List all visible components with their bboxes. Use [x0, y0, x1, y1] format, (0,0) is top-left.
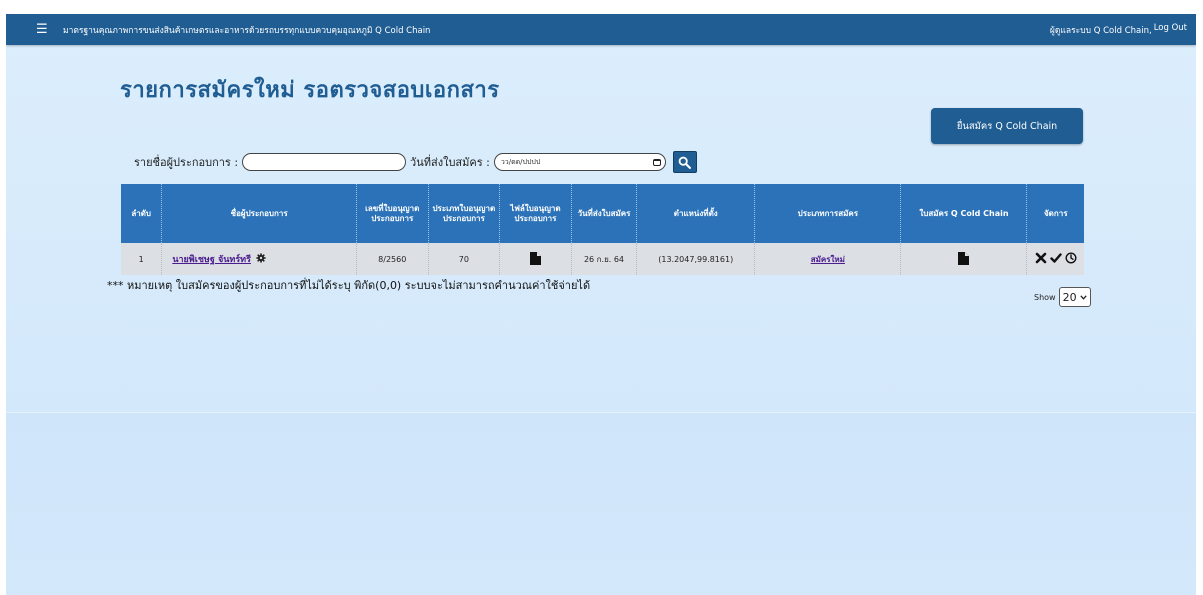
- chevron-down-icon: [1079, 294, 1087, 300]
- row-license-type: 70: [428, 243, 501, 275]
- reject-icon: [1035, 252, 1047, 264]
- apply-q-cold-chain-button[interactable]: ยื่นสมัคร Q Cold Chain: [931, 108, 1083, 144]
- row-application-form: [900, 243, 1028, 275]
- page-size-value: 20: [1062, 290, 1077, 304]
- header-application-form: ใบสมัคร Q Cold Chain: [900, 184, 1028, 243]
- header-submit-date: วันที่ส่งใบสมัคร: [571, 184, 638, 243]
- calendar-icon[interactable]: [652, 158, 661, 166]
- row-operator-cell: นายพิเชษฐ จันทร์ทรี: [161, 243, 357, 275]
- apply-type-link[interactable]: สมัครใหม่: [811, 255, 845, 264]
- header-license-type: ประเภทใบอนุญาตประกอบการ: [428, 184, 501, 243]
- page-size-select[interactable]: 20: [1058, 287, 1091, 307]
- row-actions: [1026, 243, 1084, 275]
- applications-table: ลำดับ ชื่อผู้ประกอบการ เลขที่ใบอนุญาตประ…: [121, 184, 1084, 275]
- table-header-row: ลำดับ ชื่อผู้ประกอบการ เลขที่ใบอนุญาตประ…: [121, 184, 1084, 243]
- app-frame: ☰ มาตรฐานคุณภาพการขนส่งสินค้าเกษตรและอาห…: [6, 14, 1196, 595]
- header-license-no: เลขที่ใบอนุญาตประกอบการ: [356, 184, 429, 243]
- submit-date-label: วันที่ส่งใบสมัคร :: [410, 156, 490, 169]
- approve-icon: [1050, 253, 1062, 263]
- document-icon[interactable]: [958, 251, 970, 265]
- gear-icon[interactable]: [256, 253, 267, 263]
- search-button[interactable]: [672, 151, 697, 173]
- header-apply-type: ประเภทการสมัคร: [754, 184, 902, 243]
- filter-bar: รายชื่อผู้ประกอบการ : วันที่ส่งใบสมัคร :…: [134, 151, 697, 173]
- top-navbar: ☰ มาตรฐานคุณภาพการขนส่งสินค้าเกษตรและอาห…: [6, 14, 1196, 45]
- header-operator-name: ชื่อผู้ประกอบการ: [161, 184, 357, 243]
- note-text: *** หมายเหตุ ใบสมัครของผู้ประกอบการที่ไม…: [107, 279, 591, 292]
- row-license-file: [499, 243, 572, 275]
- row-submit-date: 26 ก.ย. 64: [571, 243, 638, 275]
- row-location: (13.2047,99.8161): [636, 243, 756, 275]
- header-index: ลำดับ: [121, 184, 163, 243]
- hamburger-icon[interactable]: ☰: [36, 23, 50, 36]
- header-license-file: ไฟล์ใบอนุญาตประกอบการ: [499, 184, 572, 243]
- row-apply-type-cell: สมัครใหม่: [754, 243, 902, 275]
- row-license-no: 8/2560: [356, 243, 429, 275]
- reject-button[interactable]: [1035, 252, 1047, 264]
- row-index: 1: [121, 243, 163, 275]
- approve-button[interactable]: [1050, 252, 1062, 264]
- page-title: รายการสมัครใหม่ รอตรวจสอบเอกสาร: [120, 78, 500, 103]
- nav-title: มาตรฐานคุณภาพการขนส่งสินค้าเกษตรและอาหาร…: [63, 25, 431, 36]
- logout-link[interactable]: Log Out: [1154, 23, 1187, 37]
- operator-name-label: รายชื่อผู้ประกอบการ :: [134, 156, 239, 169]
- header-location: ตำแหน่งที่ตั้ง: [636, 184, 756, 243]
- operator-name-link[interactable]: นายพิเชษฐ จันทร์ทรี: [172, 255, 251, 265]
- page-size-control: Show 20: [1034, 287, 1091, 307]
- nav-user-area: ผู้ดูแลระบบ Q Cold Chain, Log Out: [1050, 23, 1187, 37]
- lower-background-band: [6, 412, 1196, 595]
- header-actions: จัดการ: [1026, 184, 1084, 243]
- submit-date-input[interactable]: วว/ดด/ปปปป: [493, 153, 666, 171]
- submit-date-placeholder: วว/ดด/ปปปป: [500, 157, 541, 166]
- show-label: Show: [1034, 292, 1056, 302]
- search-icon: [679, 156, 692, 169]
- history-button[interactable]: [1065, 252, 1077, 264]
- history-icon: [1065, 252, 1077, 264]
- table-row: 1 นายพิเชษฐ จันทร์ทรี 8/2560 70 26 ก.ย. …: [121, 243, 1084, 275]
- document-icon[interactable]: [529, 251, 541, 265]
- operator-name-input[interactable]: [242, 153, 407, 171]
- nav-user-label: ผู้ดูแลระบบ Q Cold Chain,: [1049, 25, 1152, 36]
